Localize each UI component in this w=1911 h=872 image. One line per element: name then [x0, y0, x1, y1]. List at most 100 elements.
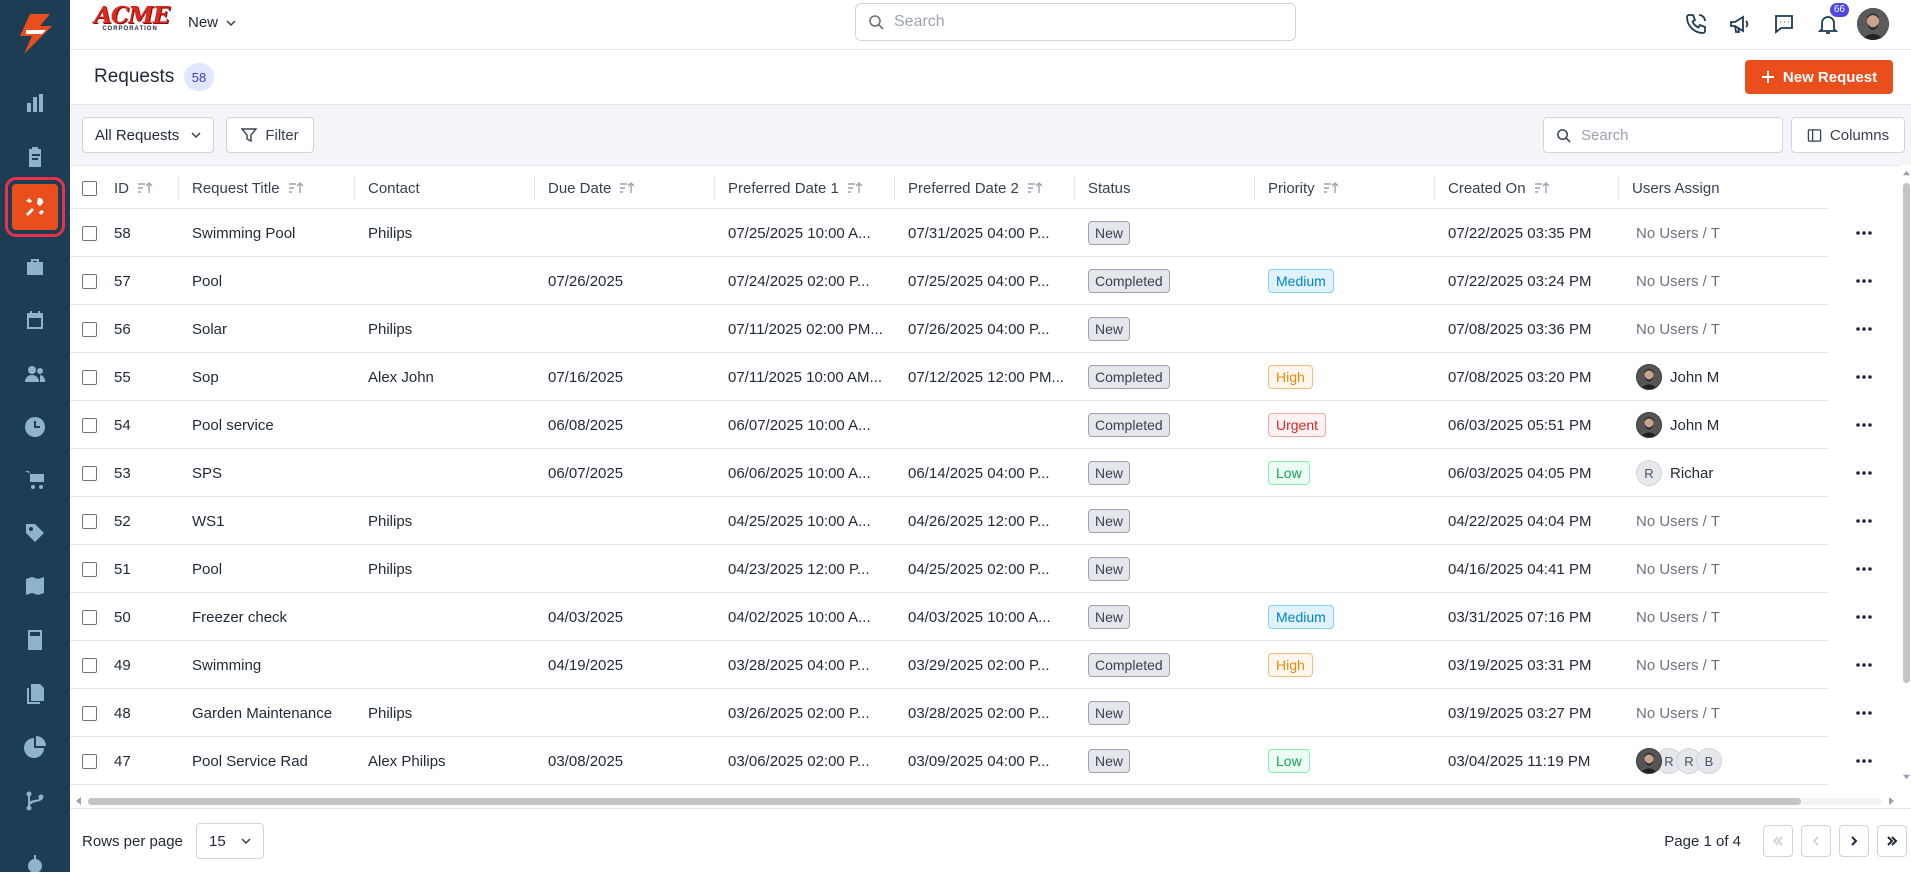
row-actions-button[interactable]	[1828, 449, 1900, 497]
megaphone-icon[interactable]	[1725, 9, 1755, 39]
scrollbar-thumb[interactable]	[88, 798, 1801, 805]
scrollbar-thumb[interactable]	[1903, 183, 1910, 683]
row-checkbox[interactable]	[82, 225, 97, 241]
sort-icon[interactable]	[1027, 181, 1043, 195]
row-checkbox[interactable]	[82, 705, 97, 721]
user-avatar[interactable]	[1857, 8, 1889, 40]
column-header-created[interactable]: Created On	[1436, 166, 1620, 210]
column-header-id[interactable]: ID	[102, 166, 180, 210]
column-header-due[interactable]: Due Date	[536, 166, 716, 210]
phone-icon[interactable]	[1681, 9, 1711, 39]
row-actions-button[interactable]	[1828, 689, 1900, 737]
table-row[interactable]: 53 SPS 06/07/2025 06/06/2025 10:00 A... 06/1…	[70, 449, 1900, 497]
column-header-pref2[interactable]: Preferred Date 2	[896, 166, 1076, 210]
global-search-input[interactable]	[894, 13, 1274, 31]
row-checkbox[interactable]	[82, 417, 97, 433]
row-actions-button[interactable]	[1828, 641, 1900, 689]
column-resize-handle[interactable]	[894, 176, 895, 200]
user-avatar[interactable]	[1636, 364, 1662, 390]
assigned-users-stack[interactable]: RRB	[1636, 748, 1722, 774]
table-row[interactable]: 55 Sop Alex John 07/16/2025 07/11/2025 10:00…	[70, 353, 1900, 401]
row-actions-button[interactable]	[1828, 209, 1900, 257]
sort-icon[interactable]	[137, 181, 153, 195]
sidebar-item-pie-chart[interactable]	[12, 724, 58, 770]
table-row[interactable]: 54 Pool service 06/08/2025 06/07/2025 10:00…	[70, 401, 1900, 449]
table-row[interactable]: 56 Solar Philips 07/11/2025 02:00 PM... 07/2…	[70, 305, 1900, 353]
company-logo[interactable]: ACME CORPORATION	[94, 4, 170, 36]
sidebar-item-bar-chart[interactable]	[12, 80, 58, 126]
column-resize-handle[interactable]	[354, 176, 355, 200]
table-row[interactable]: 58 Swimming Pool Philips 07/25/2025 10:00 A…	[70, 209, 1900, 257]
column-header-priority[interactable]: Priority	[1256, 166, 1436, 210]
row-actions-button[interactable]	[1828, 353, 1900, 401]
select-all-checkbox[interactable]	[82, 180, 97, 196]
column-header-status[interactable]: Status	[1076, 166, 1256, 210]
sidebar-item-settings[interactable]	[12, 843, 58, 872]
first-page-button[interactable]	[1763, 825, 1793, 857]
row-actions-button[interactable]	[1828, 401, 1900, 449]
column-header-title[interactable]: Request Title	[180, 166, 356, 210]
app-logo[interactable]	[12, 12, 58, 56]
sidebar-item-calendar[interactable]	[12, 297, 58, 343]
sidebar-item-map[interactable]	[12, 563, 58, 609]
scroll-left-icon[interactable]	[74, 796, 84, 806]
sort-icon[interactable]	[1323, 181, 1339, 195]
row-checkbox[interactable]	[82, 561, 97, 577]
bell-icon[interactable]: 66	[1813, 3, 1849, 39]
row-checkbox[interactable]	[82, 369, 97, 385]
previous-page-button[interactable]	[1801, 825, 1831, 857]
table-search-input[interactable]	[1581, 126, 1771, 144]
row-checkbox[interactable]	[82, 321, 97, 337]
rows-per-page-select[interactable]: 15	[196, 823, 264, 859]
column-resize-handle[interactable]	[1618, 176, 1619, 200]
sidebar-item-calculator[interactable]	[12, 617, 58, 663]
columns-button[interactable]: Columns	[1791, 117, 1905, 153]
scroll-up-icon[interactable]	[1902, 169, 1911, 178]
row-actions-button[interactable]	[1828, 737, 1900, 785]
sort-icon[interactable]	[619, 181, 635, 195]
row-checkbox[interactable]	[82, 465, 97, 481]
global-search[interactable]	[855, 3, 1296, 41]
sort-icon[interactable]	[847, 181, 863, 195]
sidebar-item-tools[interactable]	[5, 177, 65, 237]
row-actions-button[interactable]	[1828, 545, 1900, 593]
scroll-down-icon[interactable]	[1902, 772, 1911, 781]
user-initial-avatar[interactable]: R	[1636, 460, 1662, 486]
sidebar-item-briefcase[interactable]	[12, 244, 58, 290]
table-row[interactable]: 47 Pool Service Rad Alex Philips 03/08/2025…	[70, 737, 1900, 785]
row-checkbox[interactable]	[82, 609, 97, 625]
row-checkbox[interactable]	[82, 753, 97, 769]
column-resize-handle[interactable]	[1434, 176, 1435, 200]
table-search[interactable]	[1543, 117, 1783, 153]
row-checkbox[interactable]	[82, 657, 97, 673]
column-header-pref1[interactable]: Preferred Date 1	[716, 166, 896, 210]
row-checkbox[interactable]	[82, 273, 97, 289]
sidebar-item-workflow[interactable]	[12, 778, 58, 824]
sidebar-item-clipboard[interactable]	[12, 134, 58, 180]
view-dropdown[interactable]: All Requests	[82, 117, 214, 153]
next-page-button[interactable]	[1839, 825, 1869, 857]
table-row[interactable]: 51 Pool Philips 04/23/2025 12:00 P... 04/25/…	[70, 545, 1900, 593]
row-actions-button[interactable]	[1828, 593, 1900, 641]
table-row[interactable]: 50 Freezer check 04/03/2025 04/02/2025 10:0…	[70, 593, 1900, 641]
row-checkbox[interactable]	[82, 513, 97, 529]
filter-button[interactable]: Filter	[226, 117, 314, 153]
horizontal-scrollbar[interactable]	[74, 796, 1896, 806]
sidebar-item-clock[interactable]	[12, 404, 58, 450]
column-resize-handle[interactable]	[714, 176, 715, 200]
table-row[interactable]: 52 WS1 Philips 04/25/2025 10:00 A... 04/26/2…	[70, 497, 1900, 545]
column-resize-handle[interactable]	[1254, 176, 1255, 200]
table-row[interactable]	[70, 785, 1900, 793]
user-avatar[interactable]	[1636, 412, 1662, 438]
sidebar-item-users[interactable]	[12, 351, 58, 397]
column-resize-handle[interactable]	[178, 176, 179, 200]
column-resize-handle[interactable]	[1074, 176, 1075, 200]
last-page-button[interactable]	[1877, 825, 1907, 857]
sidebar-item-documents[interactable]	[12, 671, 58, 717]
new-request-button[interactable]: New Request	[1745, 60, 1893, 94]
column-header-users[interactable]: Users Assign	[1620, 166, 1820, 210]
sidebar-item-cart[interactable]	[12, 457, 58, 503]
row-actions-button[interactable]	[1828, 497, 1900, 545]
row-actions-button[interactable]	[1828, 257, 1900, 305]
table-row[interactable]: 49 Swimming 04/19/2025 03/28/2025 04:00 P..…	[70, 641, 1900, 689]
